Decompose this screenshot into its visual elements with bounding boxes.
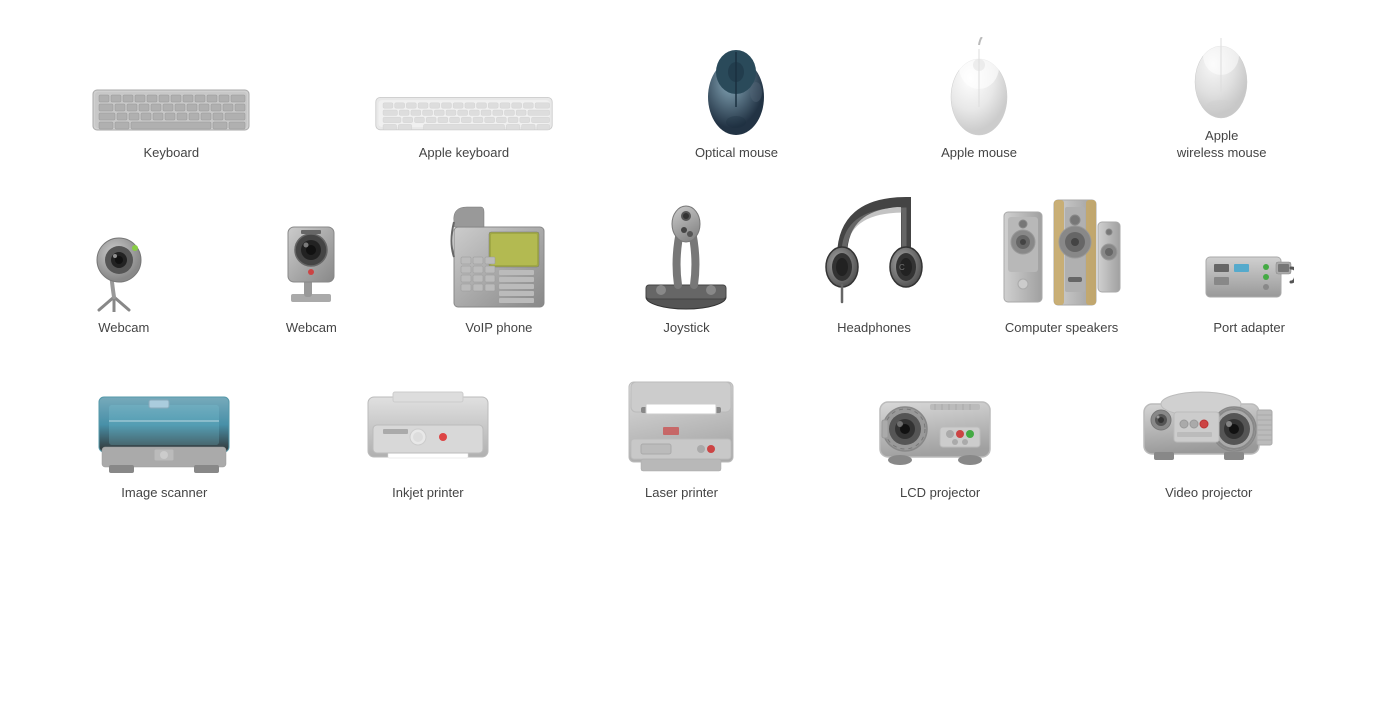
lcd-projector-icon [870, 382, 1010, 477]
keyboard-icon [91, 82, 251, 137]
optical-mouse-icon [676, 42, 796, 137]
apple-wireless-mouse-icon [1162, 30, 1282, 120]
webcam2-icon [251, 212, 371, 312]
apple-mouse-label: Apple mouse [941, 145, 1017, 162]
apple-mouse-icon [919, 37, 1039, 137]
computer-speakers-icon [1002, 192, 1122, 312]
inkjet-printer-icon [363, 377, 493, 477]
laser-printer-label: Laser printer [645, 485, 718, 502]
computer-speakers-label: Computer speakers [1005, 320, 1118, 337]
voip-phone-icon [439, 202, 559, 312]
image-scanner-label: Image scanner [121, 485, 207, 502]
joystick-icon [626, 202, 746, 312]
headphones-icon: C [814, 192, 934, 312]
joystick-item: Joystick [626, 202, 746, 337]
optical-mouse-label: Optical mouse [695, 145, 778, 162]
keyboard-label: Keyboard [143, 145, 199, 162]
port-adapter-label: Port adapter [1213, 320, 1285, 337]
headphones-label: Headphones [837, 320, 911, 337]
webcam2-item: Webcam [251, 212, 371, 337]
joystick-label: Joystick [663, 320, 709, 337]
video-projector-label: Video projector [1165, 485, 1252, 502]
row-3: Image scanner [0, 357, 1373, 522]
optical-mouse-item: Optical mouse [676, 42, 796, 162]
inkjet-printer-item: Inkjet printer [363, 377, 493, 502]
svg-text:C: C [899, 263, 905, 272]
row-1: Keyboard [0, 0, 1373, 182]
voip-phone-item: VoIP phone [439, 202, 559, 337]
port-adapter-item: Port adapter [1189, 242, 1309, 337]
webcam1-label: Webcam [98, 320, 149, 337]
apple-wireless-mouse-item: Apple wireless mouse [1162, 30, 1282, 162]
image-scanner-icon [94, 387, 234, 477]
webcam1-item: Webcam [64, 222, 184, 337]
webcam2-label: Webcam [286, 320, 337, 337]
headphones-item: C Headphones [814, 192, 934, 337]
video-projector-icon [1139, 382, 1279, 477]
apple-wireless-mouse-label: Apple wireless mouse [1177, 128, 1267, 162]
keyboard-item: Keyboard [91, 82, 251, 162]
apple-keyboard-icon [374, 92, 554, 137]
image-scanner-item: Image scanner [94, 387, 234, 502]
laser-printer-icon [621, 367, 741, 477]
laser-printer-item: Laser printer [621, 367, 741, 502]
voip-phone-label: VoIP phone [465, 320, 532, 337]
video-projector-item: Video projector [1139, 382, 1279, 502]
lcd-projector-item: LCD projector [870, 382, 1010, 502]
apple-mouse-item: Apple mouse [919, 37, 1039, 162]
apple-keyboard-item: Apple keyboard [374, 92, 554, 162]
lcd-projector-label: LCD projector [900, 485, 980, 502]
port-adapter-icon [1189, 242, 1309, 312]
row-2: Webcam [0, 182, 1373, 357]
webcam1-icon [64, 222, 184, 312]
computer-speakers-item: Computer speakers [1002, 192, 1122, 337]
apple-keyboard-label: Apple keyboard [419, 145, 509, 162]
inkjet-printer-label: Inkjet printer [392, 485, 464, 502]
